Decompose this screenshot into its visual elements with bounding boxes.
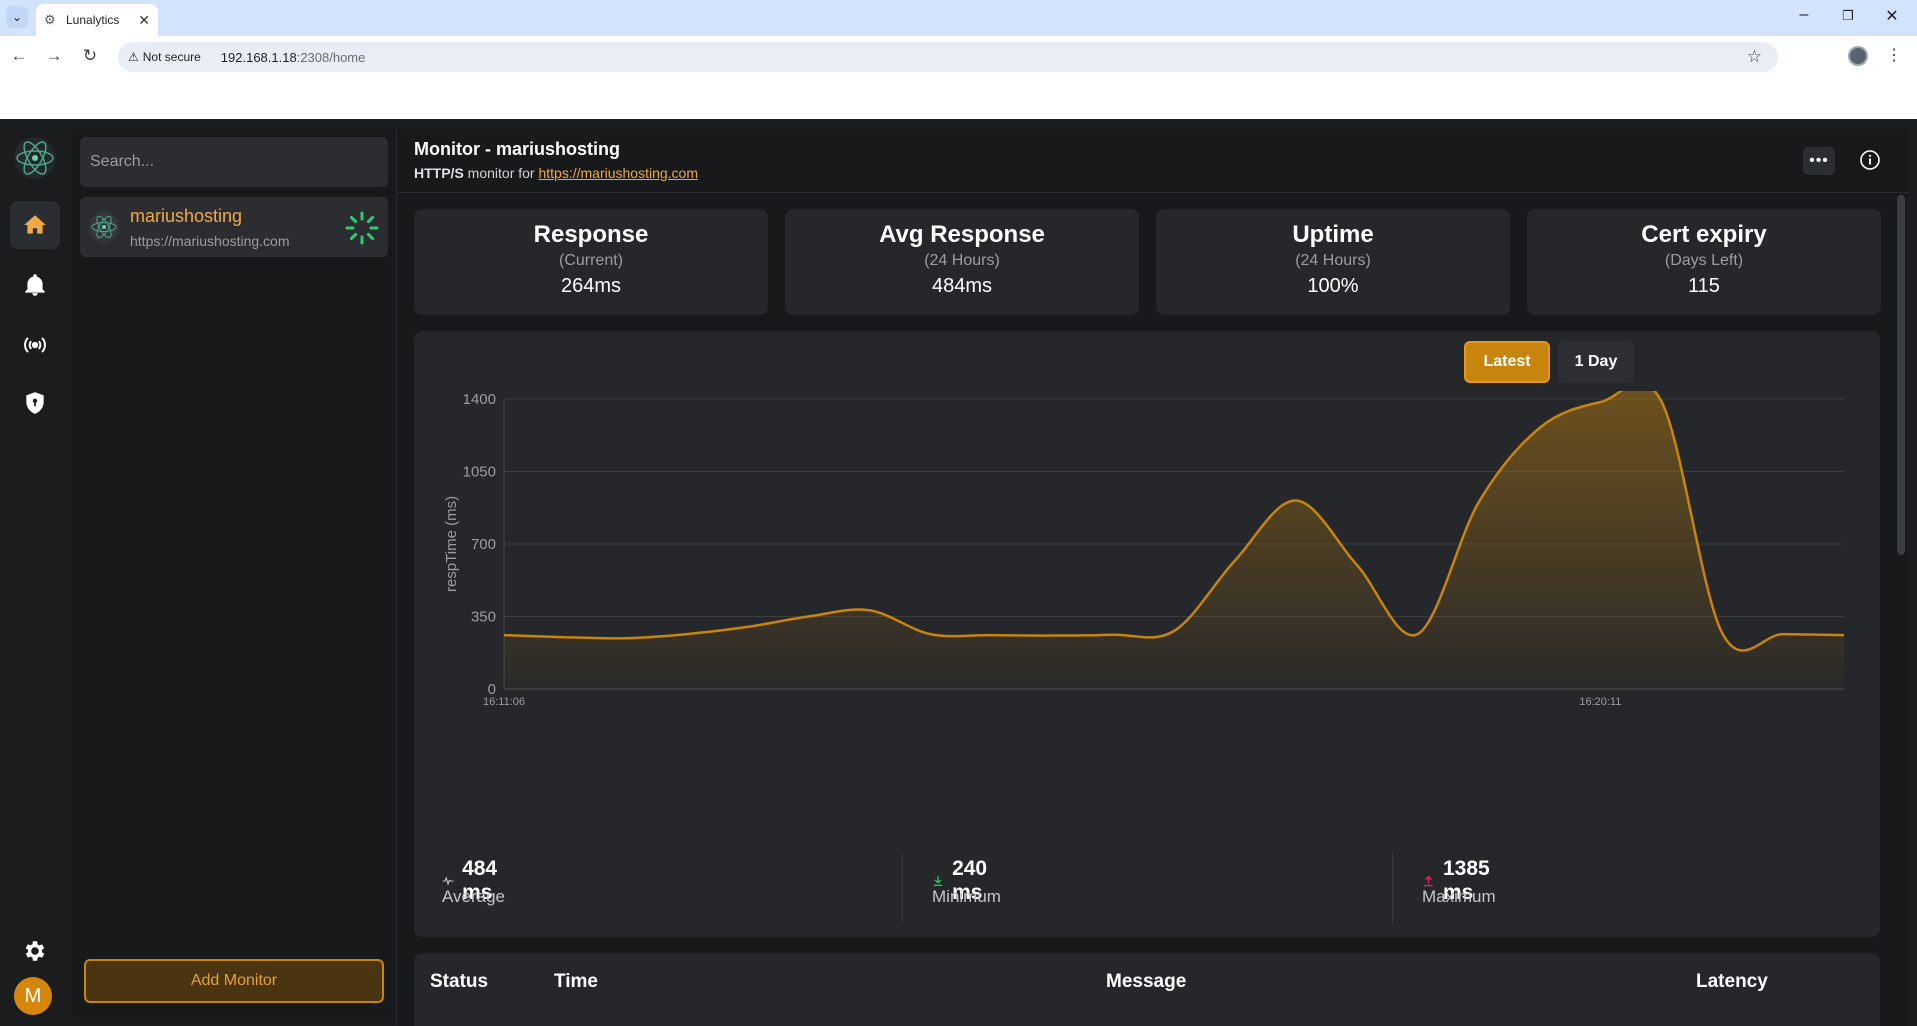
more-options-button[interactable]: •••	[1803, 147, 1835, 175]
minimize-icon[interactable]: –	[1792, 6, 1816, 24]
atom-logo-icon	[14, 137, 56, 179]
browser-tab[interactable]: ⚙ Lunalytics ✕	[36, 4, 158, 36]
stat-avg-response: Avg Response (24 Hours) 484ms	[785, 209, 1139, 315]
y-axis-label: respTime (ms)	[443, 496, 460, 592]
user-avatar[interactable]: M	[14, 977, 52, 1015]
home-icon	[24, 215, 46, 234]
stat-sub: (Days Left)	[1664, 252, 1744, 269]
tab-title: Lunalytics	[66, 13, 120, 27]
stat-cert-expiry: Cert expiry (Days Left) 115	[1527, 209, 1881, 315]
monitor-subtitle-text: monitor for	[463, 165, 539, 181]
add-monitor-button[interactable]: Add Monitor	[84, 959, 384, 1003]
restore-icon[interactable]: ❐	[1836, 8, 1860, 24]
monitor-detail-panel: Monitor - mariushosting HTTP/S monitor f…	[396, 129, 1909, 1026]
back-icon[interactable]: ←	[8, 46, 30, 66]
reload-icon[interactable]: ↻	[79, 46, 101, 66]
summary-label: Minimum	[932, 887, 1001, 906]
bookmark-star-icon[interactable]: ☆	[1747, 47, 1762, 67]
nav-settings-button[interactable]	[10, 927, 60, 975]
history-table: Status Time Message Latency	[414, 953, 1880, 1026]
monitor-link[interactable]: https://mariushosting.com	[538, 165, 698, 181]
gear-favicon-icon: ⚙	[44, 12, 56, 27]
stat-sub: (24 Hours)	[924, 252, 1000, 269]
monitor-name: mariushosting	[130, 206, 243, 226]
not-secure-label: Not secure	[142, 50, 201, 64]
shield-icon	[26, 392, 44, 414]
gear-icon	[25, 941, 45, 961]
status-spinner-icon	[345, 211, 379, 245]
monitor-favicon-icon	[89, 212, 119, 242]
col-status-header[interactable]: Status	[430, 971, 488, 993]
stat-value: 115	[1688, 275, 1720, 297]
scroll-thumb[interactable]	[1897, 195, 1905, 555]
stat-title: Uptime	[1292, 221, 1374, 248]
nav-home-button[interactable]	[10, 201, 60, 249]
nav-status-button[interactable]	[10, 321, 60, 369]
stat-title: Response	[533, 221, 649, 248]
x-tick-label: 16:11:06	[483, 696, 525, 708]
summary-label: Average	[442, 887, 506, 906]
bell-icon	[25, 274, 45, 296]
nav-rail: M	[0, 119, 70, 1026]
browser-menu-icon[interactable]: ⋮	[1886, 45, 1902, 65]
monitor-header: Monitor - mariushosting HTTP/S monitor f…	[397, 129, 1909, 193]
app-root: M mariushosting https://mariushosting.co…	[0, 119, 1917, 1026]
stat-value: 264ms	[560, 275, 622, 297]
browser-tabbar: ⌄ ⚙ Lunalytics ✕ – ❐ ✕	[0, 0, 1917, 36]
one-day-button[interactable]: 1 Day	[1558, 341, 1634, 383]
url-path: :2308/home	[296, 49, 366, 65]
x-tick-label: 16:20:11	[1579, 696, 1621, 708]
col-time-header[interactable]: Time	[554, 971, 598, 993]
col-latency-header[interactable]: Latency	[1696, 971, 1768, 993]
warning-icon: ⚠	[128, 50, 139, 64]
info-icon[interactable]	[1859, 149, 1881, 171]
browser-toolbar: ← → ↻ ⚠ Not secure 192.168.1.18:2308/hom…	[0, 36, 1917, 78]
nav-security-button[interactable]	[10, 379, 60, 427]
stat-sub: (Current)	[558, 252, 623, 269]
col-message-header[interactable]: Message	[1106, 971, 1186, 993]
summary-divider	[902, 853, 903, 923]
tab-search-dropdown-icon[interactable]: ⌄	[6, 6, 28, 28]
monitor-type: HTTP/S	[414, 165, 464, 181]
stat-title: Cert expiry	[1641, 221, 1767, 248]
stat-uptime: Uptime (24 Hours) 100%	[1156, 209, 1510, 315]
stat-title: Avg Response	[879, 221, 1045, 248]
stat-sub: (24 Hours)	[1295, 252, 1371, 269]
y-tick-label: 1400	[463, 391, 496, 408]
y-tick-label: 350	[471, 609, 496, 626]
search-input[interactable]	[80, 137, 388, 187]
url-host: 192.168.1.18	[220, 49, 297, 65]
broadcast-icon	[24, 337, 46, 353]
chart-card: Latest 1 Day 0 350 700 1050 1400 respTime (ms…	[414, 331, 1880, 937]
address-bar[interactable]: ⚠ Not secure 192.168.1.18:2308/home ☆	[118, 42, 1778, 72]
monitor-subtitle: HTTP/S monitor for https://mariushosting…	[414, 165, 698, 181]
window-close-icon[interactable]: ✕	[1880, 6, 1904, 26]
latest-button[interactable]: Latest	[1464, 341, 1550, 383]
summary-divider	[1392, 853, 1393, 923]
response-time-chart: 035070010501400respTime (ms)16:11:06 16:2…	[443, 391, 1845, 708]
monitor-sidebar: mariushosting https://mariushosting.com …	[72, 129, 396, 1017]
stat-response: Response (Current) 264ms	[414, 209, 768, 315]
forward-icon[interactable]: →	[43, 46, 65, 66]
area-fill	[504, 391, 1844, 689]
not-secure-badge[interactable]: ⚠ Not secure	[128, 50, 211, 64]
stat-value: 484ms	[931, 275, 993, 297]
monitor-list-item[interactable]: mariushosting https://mariushosting.com	[80, 197, 388, 257]
monitor-url: https://mariushosting.com	[130, 233, 290, 249]
nav-notifications-button[interactable]	[10, 261, 60, 309]
main-scrollbar[interactable]	[1897, 195, 1905, 1025]
stat-value: 100%	[1307, 275, 1359, 297]
y-tick-label: 1050	[463, 464, 496, 481]
profile-avatar-icon[interactable]	[1848, 46, 1868, 66]
page-title: Monitor - mariushosting	[414, 139, 620, 159]
y-tick-label: 700	[471, 536, 496, 553]
summary-label: Maximum	[1422, 887, 1496, 906]
tab-close-icon[interactable]: ✕	[138, 12, 150, 29]
page-top-band	[0, 78, 1917, 119]
